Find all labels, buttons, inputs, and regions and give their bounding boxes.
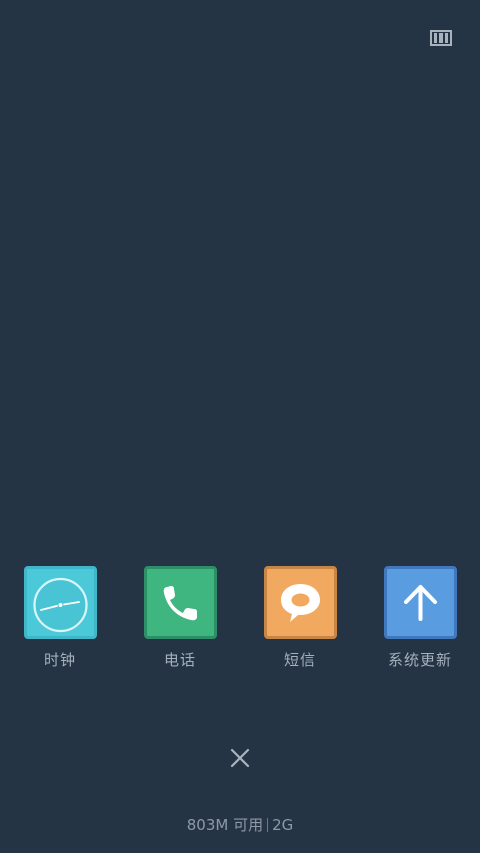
app-label: 时钟 — [43, 651, 76, 669]
list-view-icon — [430, 30, 452, 46]
clock-icon — [33, 577, 88, 633]
close-icon — [230, 748, 250, 768]
app-phone[interactable]: 电话 — [120, 566, 240, 676]
view-toggle-button[interactable] — [430, 30, 452, 46]
memory-total: 2G — [272, 816, 294, 834]
memory-status: 803M 可用 2G — [0, 815, 480, 835]
app-messages[interactable]: 短信 — [240, 566, 360, 676]
clock-tile — [24, 566, 97, 639]
messages-tile — [264, 566, 337, 639]
clear-all-button[interactable] — [226, 744, 254, 772]
phone-icon — [163, 586, 197, 621]
message-bubble-icon — [281, 584, 320, 622]
memory-available: 803M 可用 — [186, 816, 264, 834]
app-label: 电话 — [163, 651, 196, 669]
phone-tile — [144, 566, 217, 639]
system-update-tile — [384, 566, 457, 639]
app-clock[interactable]: 时钟 — [0, 566, 120, 676]
app-system-update[interactable]: 系统更新 — [360, 566, 480, 676]
arrow-up-icon — [404, 585, 437, 621]
divider — [267, 818, 269, 832]
app-label: 短信 — [283, 651, 316, 669]
app-label: 系统更新 — [387, 651, 452, 669]
